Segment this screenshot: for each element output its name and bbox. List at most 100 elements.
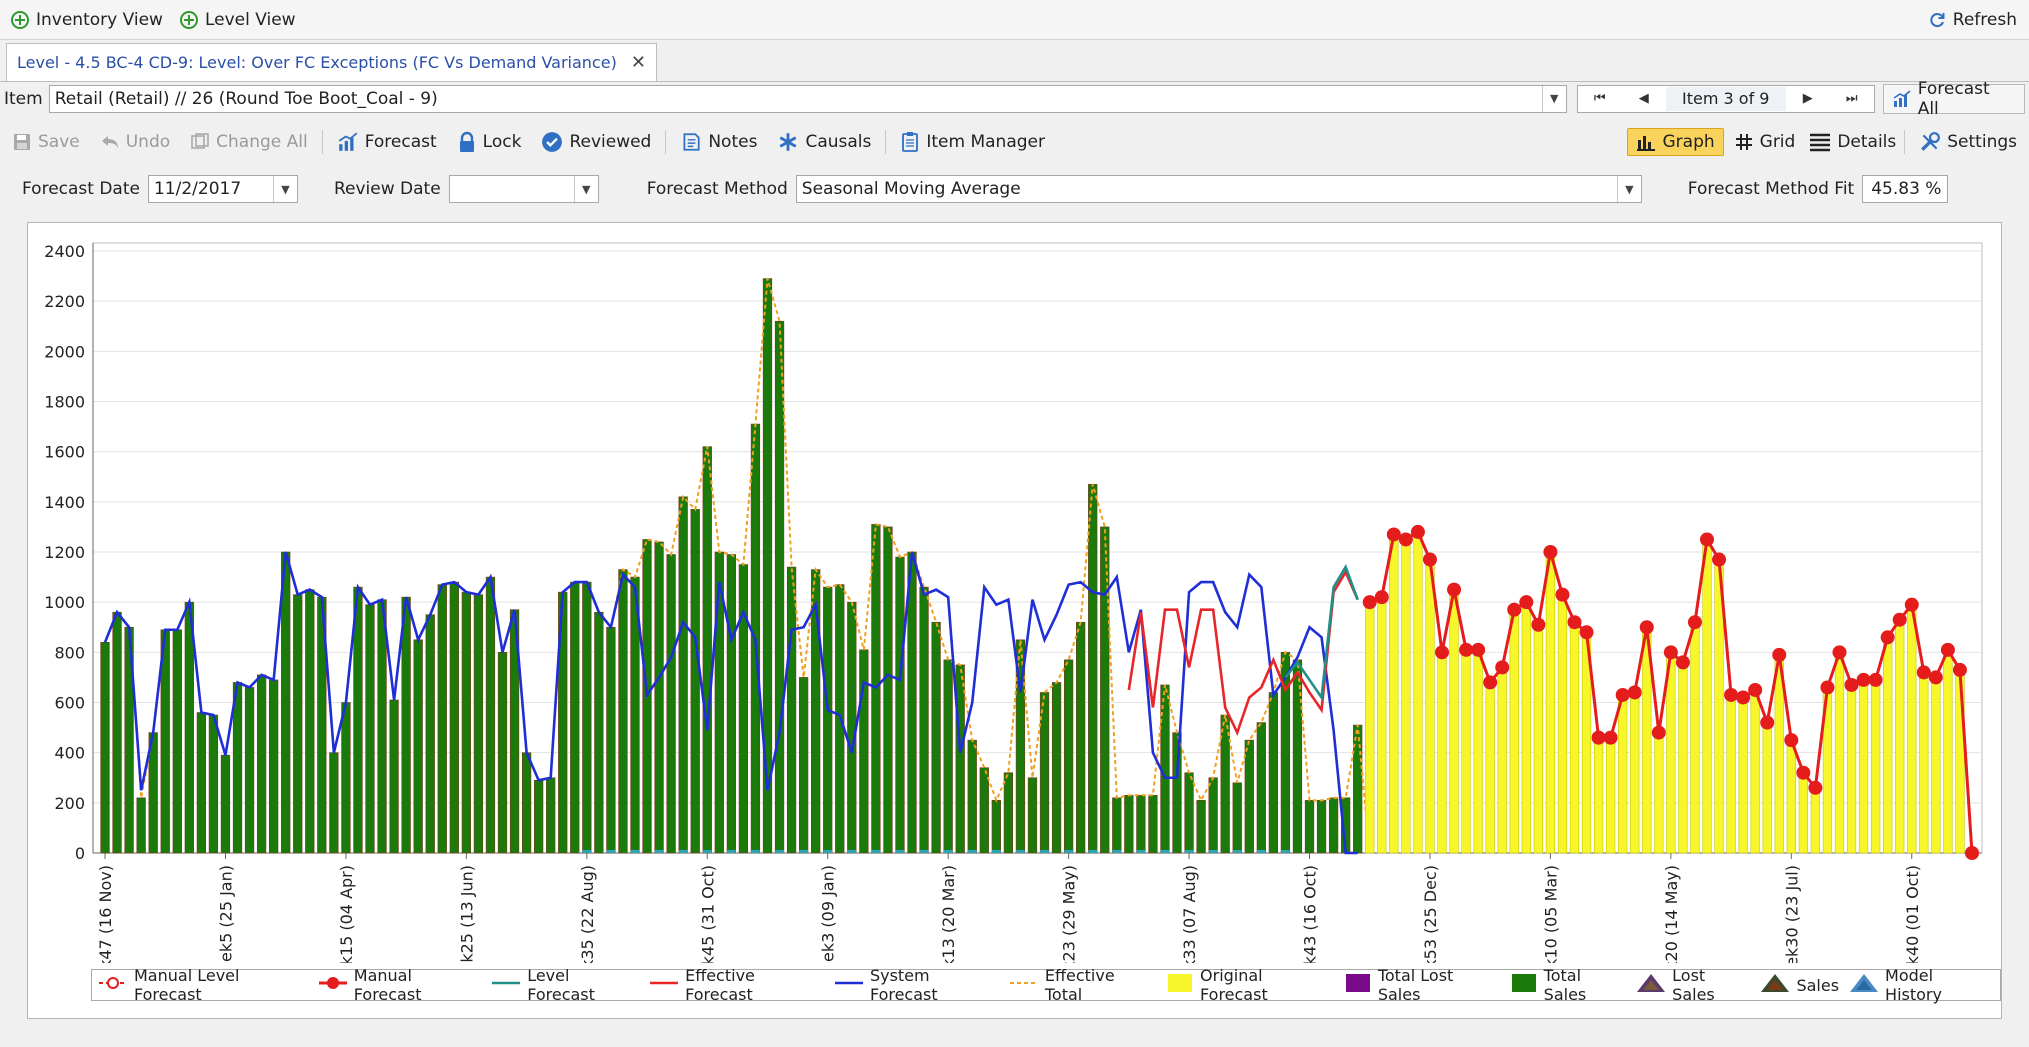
bar-chart-icon [1637, 136, 1656, 151]
item-navigator: ⏮ ◀ Item 3 of 9 ▶ ⏭ [1576, 84, 1875, 113]
change-all-button[interactable]: Change All [190, 132, 308, 152]
manual-forecast-point [1856, 672, 1871, 687]
legend-item: Level Forecast [491, 966, 639, 1004]
manual-forecast-point [1712, 552, 1727, 567]
total-sales-bar [895, 556, 905, 854]
inventory-view-button[interactable]: Inventory View [10, 10, 163, 30]
model-history-bar [1112, 849, 1122, 853]
forecast-all-button[interactable]: Forecast All [1882, 79, 2025, 119]
document-tab[interactable]: Level - 4.5 BC-4 CD-9: Level: Over FC Ex… [6, 43, 657, 81]
previous-item-icon[interactable]: ◀ [1622, 86, 1666, 112]
total-sales-bar [437, 584, 447, 854]
manual-forecast-point [1892, 612, 1907, 627]
legend-item: Lost Sales [1636, 966, 1750, 1004]
forecast-method-select[interactable]: Seasonal Moving Average ▼ [795, 175, 1642, 203]
first-item-icon[interactable]: ⏮ [1578, 86, 1622, 112]
model-history-bar [1088, 849, 1098, 853]
chevron-down-icon[interactable]: ▼ [573, 176, 598, 202]
original-forecast-bar [1461, 649, 1471, 854]
original-forecast-bar [1834, 652, 1845, 854]
legend-item: Model History [1849, 966, 1992, 1004]
manual-forecast-point [1760, 715, 1775, 730]
item-select[interactable]: Retail (Retail) // 26 (Round Toe Boot_Co… [48, 84, 1567, 113]
lock-label: Lock [482, 132, 522, 152]
legend-label: Level Forecast [527, 966, 595, 1004]
forecast-date-picker[interactable]: 11/2/2017 ▼ [147, 175, 298, 203]
model-history-bar [871, 849, 881, 853]
undo-button[interactable]: Undo [100, 132, 170, 152]
lock-icon [459, 131, 474, 152]
level-view-button[interactable]: Level View [179, 10, 296, 30]
graph-view-button[interactable]: Graph [1627, 128, 1724, 156]
total-sales-bar [413, 639, 423, 854]
forecast-method-fit-label: Forecast Method Fit [1687, 179, 1855, 199]
legend-item: Manual Forecast [318, 966, 481, 1004]
total-sales-bar [473, 594, 484, 854]
x-tick-label: 2017 Week33 (07 Aug) [1180, 865, 1199, 963]
y-tick-label: 2400 [44, 242, 85, 261]
total-sales-bar [1268, 692, 1279, 854]
chevron-down-icon[interactable]: ▼ [272, 176, 297, 202]
reviewed-button[interactable]: Reviewed [541, 131, 651, 153]
details-view-button[interactable]: Details [1809, 132, 1896, 152]
total-sales-bar [931, 621, 941, 854]
x-tick-label: 2018 Week40 (01 Oct) [1903, 865, 1922, 963]
original-forecast-bar [1883, 636, 1893, 854]
x-tick-label: 2018 Week30 (23 Jul) [1782, 865, 1801, 963]
refresh-button[interactable]: Refresh [1927, 10, 2017, 30]
original-forecast-bar [1810, 787, 1821, 854]
original-forecast-bar [1618, 694, 1628, 854]
lock-button[interactable]: Lock [457, 131, 522, 153]
y-tick-label: 400 [54, 744, 85, 763]
manual-forecast-point [1699, 532, 1714, 547]
total-sales-bar [919, 586, 929, 854]
fit-value-text: 45.83 % [1871, 179, 1942, 199]
y-tick-label: 1600 [44, 443, 85, 462]
x-tick-label: 2018 Week20 (14 May) [1662, 865, 1681, 963]
last-item-icon[interactable]: ⏭ [1830, 86, 1874, 112]
total-sales-bar [1003, 772, 1014, 854]
notes-button[interactable]: Notes [680, 131, 757, 153]
total-sales-bar [798, 677, 809, 854]
next-item-icon[interactable]: ▶ [1786, 86, 1830, 112]
red-line-dot-icon [318, 974, 354, 996]
legend-label: Model History [1885, 966, 1942, 1004]
x-tick-label: 2017 Week23 (29 May) [1060, 865, 1079, 963]
manual-forecast-point [1772, 647, 1787, 662]
x-tick-label: 2017 Week43 (16 Oct) [1301, 865, 1320, 963]
clipboard-icon [902, 132, 919, 152]
close-icon[interactable]: ✕ [631, 52, 646, 73]
total-sales-bar [208, 714, 219, 854]
original-forecast-bar [1786, 739, 1796, 854]
add-circle-icon [179, 10, 198, 29]
y-tick-label: 1400 [44, 493, 85, 512]
review-date-picker[interactable]: ▼ [448, 175, 599, 203]
original-forecast-bar [1557, 594, 1568, 854]
original-forecast-bar [1943, 649, 1953, 854]
toolbar-separator [665, 130, 667, 154]
grid-icon [1735, 134, 1752, 150]
toolbar-separator [1904, 130, 1906, 154]
total-sales-bar [256, 674, 267, 854]
forecast-button[interactable]: Forecast [337, 131, 437, 153]
chevron-down-icon[interactable]: ▼ [1616, 176, 1641, 202]
chevron-down-icon[interactable]: ▼ [1541, 85, 1566, 112]
manual-forecast-point [1940, 642, 1955, 657]
total-sales-bar [293, 594, 303, 854]
manual-forecast-point [1784, 733, 1799, 748]
settings-button[interactable]: Settings [1919, 131, 2017, 153]
legend-item: Total Sales [1508, 966, 1627, 1004]
manual-forecast-point [1519, 595, 1534, 610]
total-sales-bar [220, 754, 231, 854]
causals-button[interactable]: Causals [777, 131, 871, 153]
original-forecast-bar [1497, 667, 1507, 854]
save-button[interactable]: Save [12, 132, 80, 152]
grid-view-button[interactable]: Grid [1734, 132, 1795, 152]
original-forecast-bar [1750, 689, 1760, 854]
original-forecast-bar [1533, 624, 1543, 854]
total-sales-bar [401, 596, 411, 854]
manual-forecast-point [1952, 662, 1967, 677]
item-position: Item 3 of 9 [1665, 86, 1786, 111]
item-manager-button[interactable]: Item Manager [900, 131, 1045, 153]
total-sales-bar [365, 604, 375, 854]
